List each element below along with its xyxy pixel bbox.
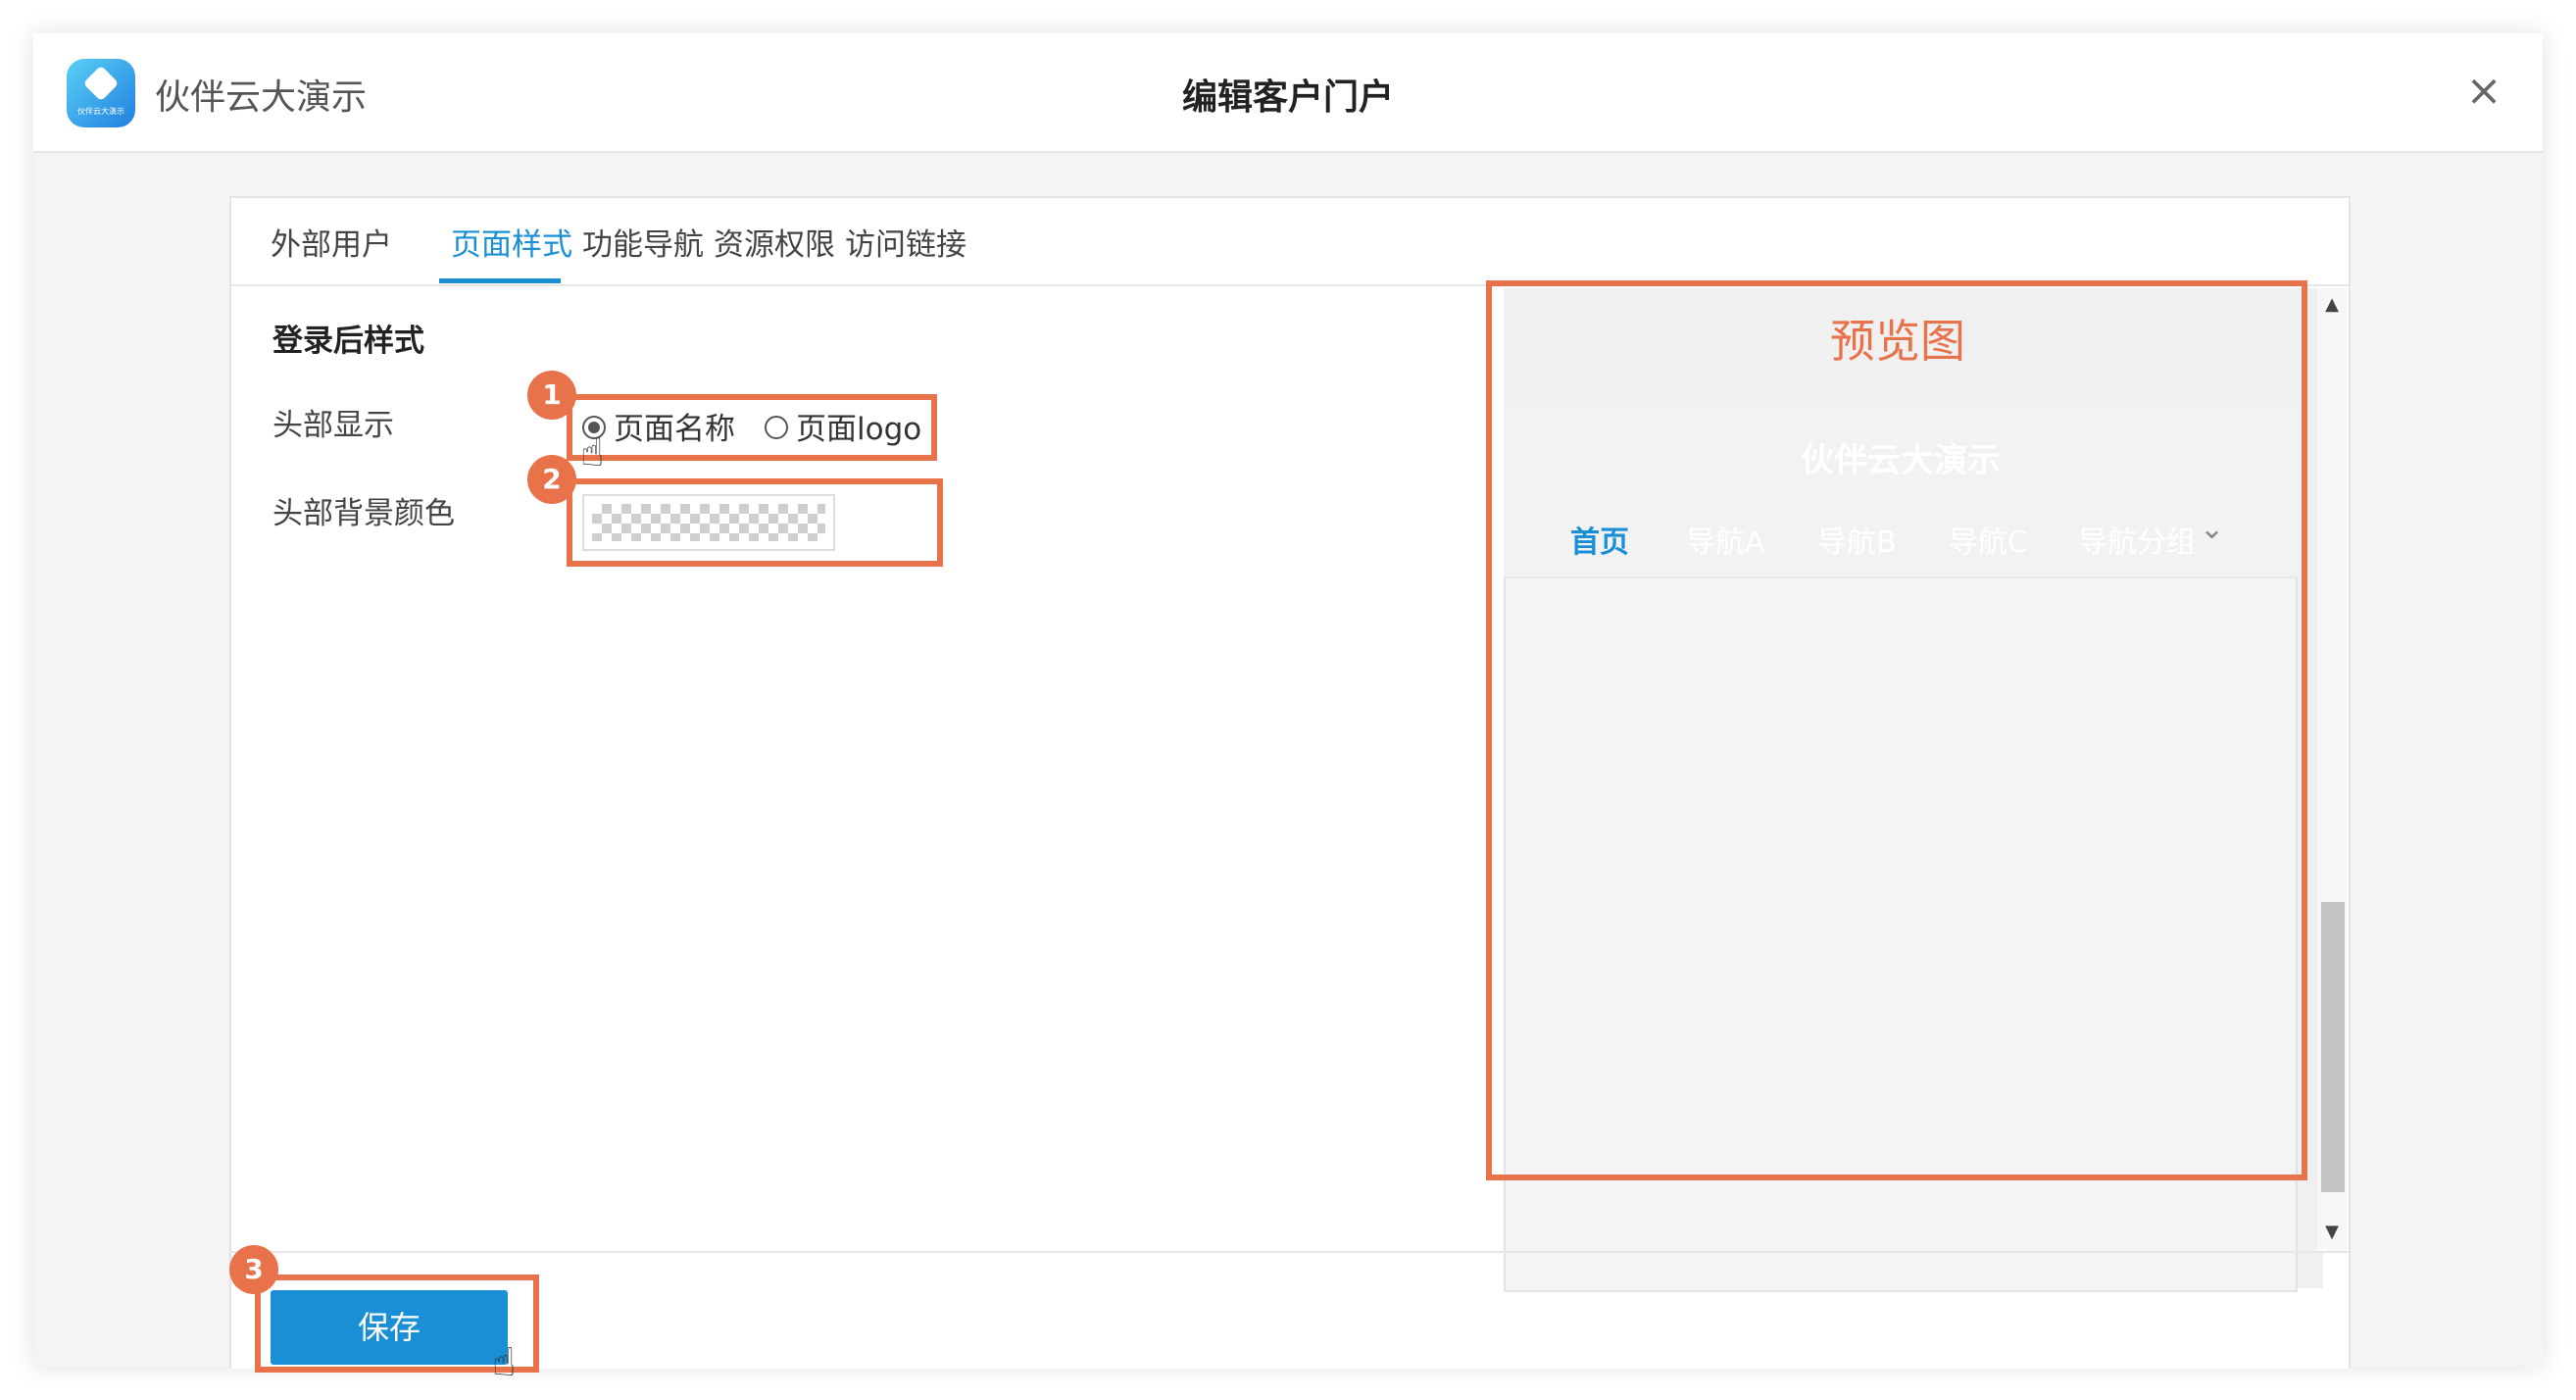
- step-badge-3: 3: [229, 1245, 278, 1294]
- edit-portal-dialog: 伙伴云大演示 伙伴云大演示 编辑客户门户 × 外部用户 页面样式 功能导航 资源…: [33, 33, 2543, 1382]
- app-name: 伙伴云大演示: [155, 77, 368, 118]
- app-logo-text: 伙伴云大演示: [77, 107, 124, 116]
- preview-title: 预览图: [1830, 315, 1965, 368]
- dialog-title: 编辑客户门户: [1181, 77, 1394, 118]
- active-tab-indicator: [439, 278, 561, 283]
- close-icon[interactable]: ×: [2464, 70, 2503, 113]
- tab-access-link[interactable]: 访问链接: [845, 220, 966, 264]
- header-display-label: 头部显示: [272, 408, 394, 443]
- dialog-header: 伙伴云大演示 伙伴云大演示 编辑客户门户 ×: [33, 33, 2543, 153]
- tab-bar: 外部用户 页面样式 功能导航 资源权限 访问链接: [231, 198, 2349, 286]
- color-picker-swatch[interactable]: [582, 494, 835, 551]
- radio-page-name-label[interactable]: 页面名称: [614, 404, 735, 448]
- tab-external-users[interactable]: 外部用户: [271, 220, 392, 264]
- scroll-down-arrow-icon[interactable]: ▼: [2317, 1222, 2347, 1245]
- transparent-checker: [592, 504, 825, 541]
- tab-resource-permissions[interactable]: 资源权限: [714, 220, 835, 264]
- scroll-up-arrow-icon[interactable]: ▲: [2317, 294, 2347, 318]
- tab-page-style[interactable]: 页面样式: [451, 220, 572, 264]
- footer-divider: [231, 1251, 2349, 1253]
- radio-page-logo[interactable]: [765, 416, 788, 439]
- tab-function-nav[interactable]: 功能导航: [582, 220, 704, 264]
- radio-page-logo-label[interactable]: 页面logo: [796, 404, 921, 448]
- preview-highlight: [1486, 280, 2307, 1180]
- header-display-radio-group: 页面名称 页面logo: [567, 394, 937, 461]
- header-bg-color-highlight: [567, 478, 943, 567]
- save-button[interactable]: 保存: [271, 1290, 508, 1365]
- settings-panel: 外部用户 页面样式 功能导航 资源权限 访问链接 登录后样式 头部显示 页面名称…: [229, 196, 2351, 1369]
- header-bg-color-label: 头部背景颜色: [272, 496, 455, 531]
- scrollbar-thumb[interactable]: [2321, 902, 2345, 1192]
- app-logo: 伙伴云大演示: [67, 59, 135, 127]
- hand-cursor-icon: ☝: [492, 1340, 517, 1385]
- step-badge-2: 2: [527, 455, 576, 504]
- diamond-icon: [82, 65, 120, 102]
- hand-cursor-icon: ☝: [580, 430, 605, 475]
- section-title: 登录后样式: [272, 324, 424, 359]
- step-badge-1: 1: [527, 371, 576, 420]
